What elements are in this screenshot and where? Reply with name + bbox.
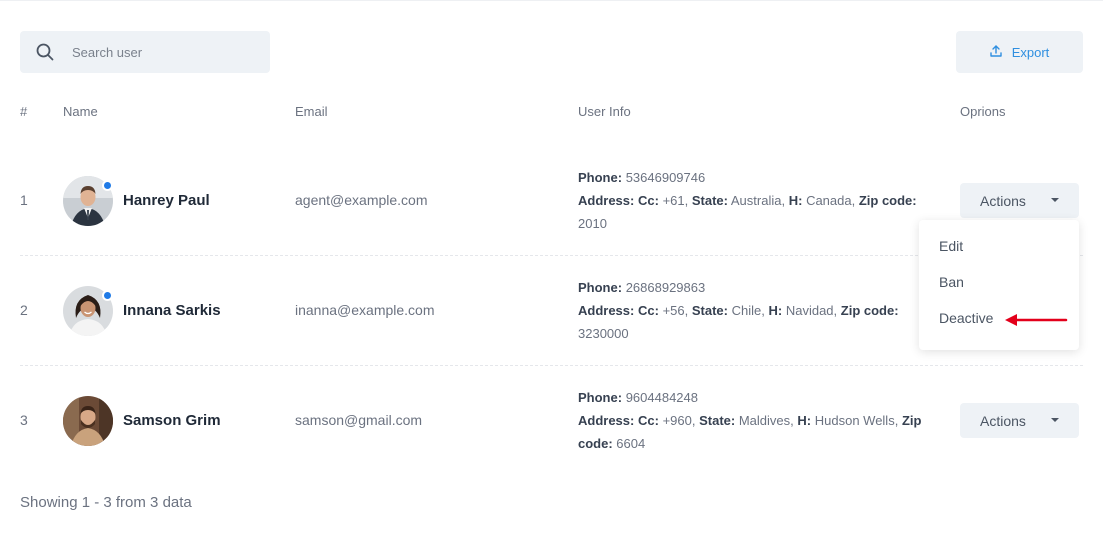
column-header-name: Name (63, 104, 98, 119)
user-email: samson@gmail.com (295, 412, 423, 428)
menu-item-edit[interactable]: Edit (919, 238, 1079, 274)
arrow-left-icon (1004, 312, 1068, 333)
export-label: Export (1011, 44, 1050, 60)
user-info: Phone: 26868929863 Address: Cc: +56, Sta… (578, 280, 899, 341)
upload-icon (990, 44, 1002, 60)
row-index: 2 (20, 302, 28, 318)
column-header-options: Oprions (960, 104, 1006, 119)
actions-button[interactable]: Actions (960, 403, 1079, 438)
caret-down-icon (1051, 418, 1059, 422)
avatar (63, 396, 113, 446)
export-button[interactable]: Export (956, 31, 1083, 73)
column-header-index: # (20, 104, 28, 119)
menu-item-ban[interactable]: Ban (919, 274, 1079, 310)
pagination-summary: Showing 1 - 3 from 3 data (20, 494, 192, 511)
caret-down-icon (1051, 198, 1059, 202)
user-info: Phone: 53646909746 Address: Cc: +61, Sta… (578, 170, 917, 231)
online-status-indicator (102, 180, 113, 191)
user-info: Phone: 9604484248 Address: Cc: +960, Sta… (578, 390, 922, 451)
actions-button[interactable]: Actions (960, 183, 1079, 218)
search-box[interactable] (20, 31, 270, 73)
row-index: 1 (20, 192, 28, 208)
row-index: 3 (20, 412, 28, 428)
search-input[interactable] (72, 44, 242, 60)
user-name: Innana Sarkis (123, 302, 221, 319)
search-icon (36, 43, 54, 61)
user-name: Hanrey Paul (123, 192, 210, 209)
column-header-email: Email (295, 104, 328, 119)
online-status-indicator (102, 290, 113, 301)
actions-label: Actions (980, 412, 1026, 429)
user-email: inanna@example.com (295, 302, 435, 318)
actions-label: Actions (980, 192, 1026, 209)
user-name: Samson Grim (123, 412, 221, 429)
user-email: agent@example.com (295, 192, 428, 208)
column-header-user-info: User Info (578, 104, 631, 119)
row-divider (20, 365, 1083, 366)
